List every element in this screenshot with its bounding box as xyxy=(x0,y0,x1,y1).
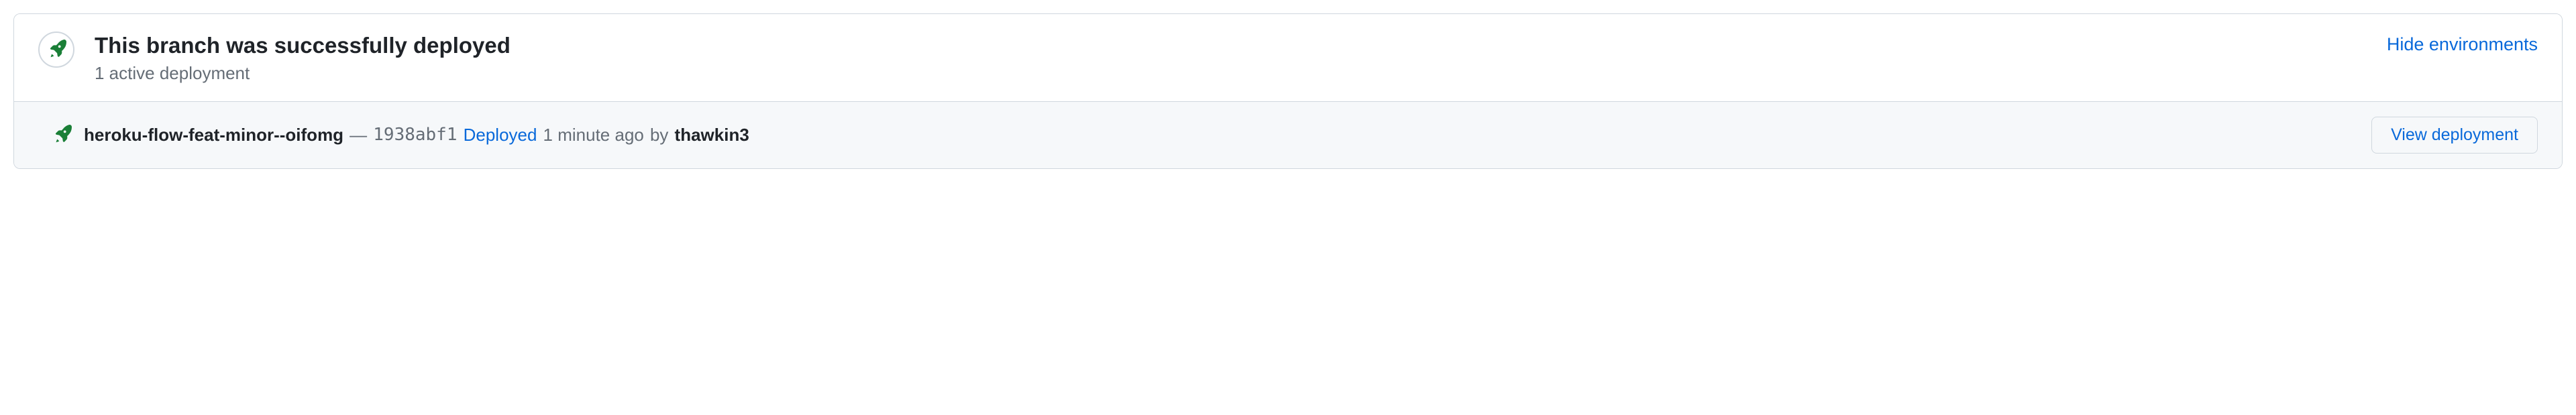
hide-environments-link[interactable]: Hide environments xyxy=(2387,32,2538,55)
rocket-icon xyxy=(52,125,72,145)
deployment-subtitle: 1 active deployment xyxy=(95,63,2387,84)
deployment-detail-row: heroku-flow-feat-minor--oifomg — 1938abf… xyxy=(14,101,2562,168)
header-text-block: This branch was successfully deployed 1 … xyxy=(95,32,2387,84)
by-label: by xyxy=(650,125,668,145)
separator: — xyxy=(350,125,367,145)
deployment-title: This branch was successfully deployed xyxy=(95,32,2387,60)
deployment-panel: This branch was successfully deployed 1 … xyxy=(13,13,2563,169)
view-deployment-button[interactable]: View deployment xyxy=(2371,117,2538,154)
deployment-detail-text: heroku-flow-feat-minor--oifomg — 1938abf… xyxy=(84,125,2371,145)
rocket-icon xyxy=(46,40,66,60)
commit-sha[interactable]: 1938abf1 xyxy=(373,125,457,145)
deployed-status-link[interactable]: Deployed xyxy=(464,125,537,145)
app-name[interactable]: heroku-flow-feat-minor--oifomg xyxy=(84,125,343,145)
deployer-username[interactable]: thawkin3 xyxy=(675,125,749,145)
time-ago: 1 minute ago xyxy=(543,125,644,145)
deployment-header: This branch was successfully deployed 1 … xyxy=(14,14,2562,101)
rocket-icon-circle xyxy=(38,32,74,68)
